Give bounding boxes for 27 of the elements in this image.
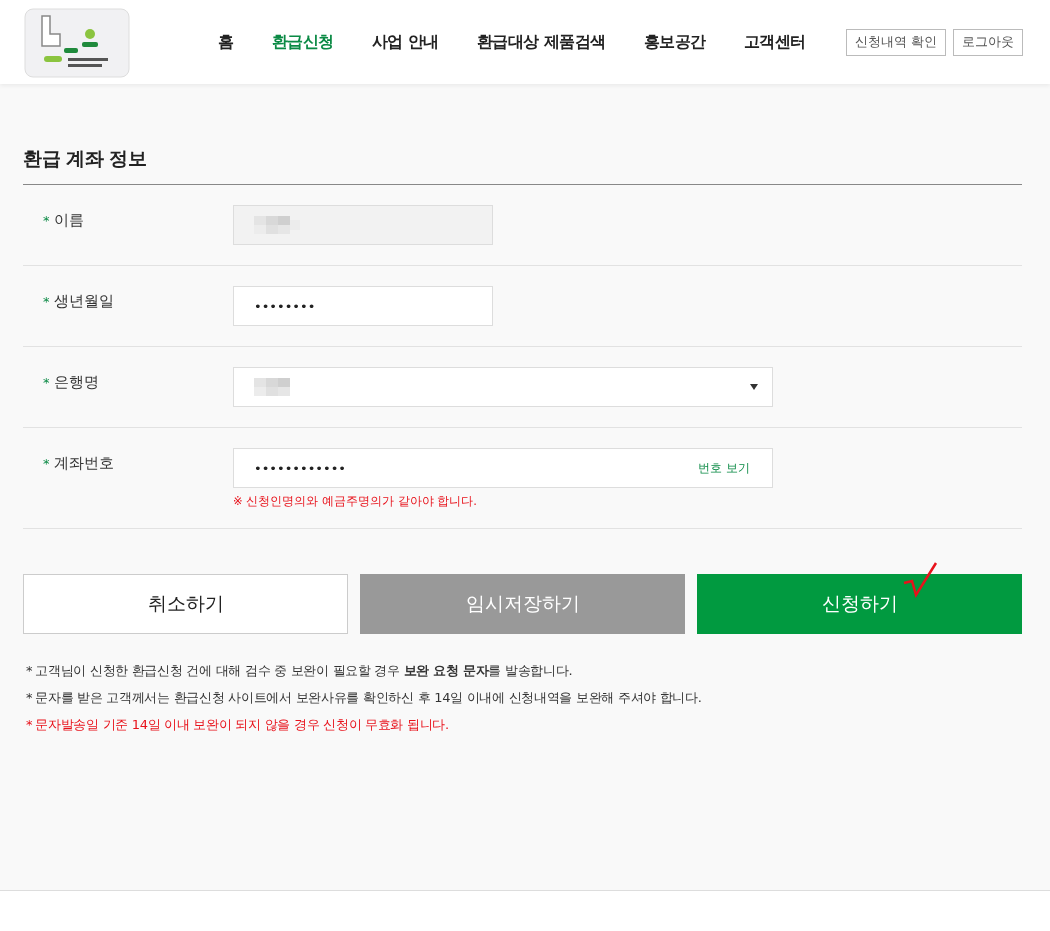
nav-link[interactable]: 고객센터 (743, 31, 806, 53)
field-label: * 생년월일 (42, 291, 116, 312)
notice-text: * 문자를 받은 고객께서는 환급신청 사이트에서 보완사유를 확인하신 후 14일 이내에 신청내역을 보완해 주셔야 합니다. (26, 689, 703, 707)
notice-text: * 문자발송일 기준 14일 이내 보완이 되지 않을 경우 신청이 무효화 됩니다. (26, 716, 450, 734)
field-label: * 이름 (42, 210, 86, 231)
field-note: ※ 신청인명의와 예금주명의가 같아야 합니다. (233, 494, 478, 509)
nav-link[interactable]: 사업 안내 (371, 31, 439, 53)
header-button[interactable]: 로그아웃 (953, 28, 1023, 56)
bank-dropdown[interactable] (233, 367, 773, 407)
nav-link[interactable]: 환급신청 (271, 31, 334, 53)
show-number-link[interactable]: 번호 보기 (698, 459, 750, 477)
nav-link[interactable]: 홍보공간 (643, 31, 706, 53)
section-title: 환급 계좌 정보 (23, 146, 1022, 185)
cancel-button[interactable]: 취소하기 (23, 574, 348, 634)
header-button[interactable]: 신청내역 확인 (846, 28, 946, 56)
notice-text: * 고객님이 신청한 환급신청 건에 대해 검수 중 보완이 필요할 경우 보완 요청 문자를 발송합니다. (26, 662, 574, 680)
input-field[interactable] (233, 205, 493, 245)
submit-button[interactable]: 신청하기 (697, 574, 1022, 634)
nav-link[interactable]: 환급대상 제품검색 (476, 31, 606, 53)
caret-icon (750, 384, 758, 390)
field-label: * 은행명 (42, 372, 101, 393)
logo-icon[interactable] (24, 8, 130, 78)
nav-link[interactable]: 홈 (218, 31, 234, 53)
blurred-value (254, 216, 300, 234)
field-label: * 계좌번호 (42, 453, 116, 474)
input-field[interactable]: •••••••• (233, 286, 493, 326)
input-field[interactable]: •••••••••••• 번호 보기 (233, 448, 773, 488)
